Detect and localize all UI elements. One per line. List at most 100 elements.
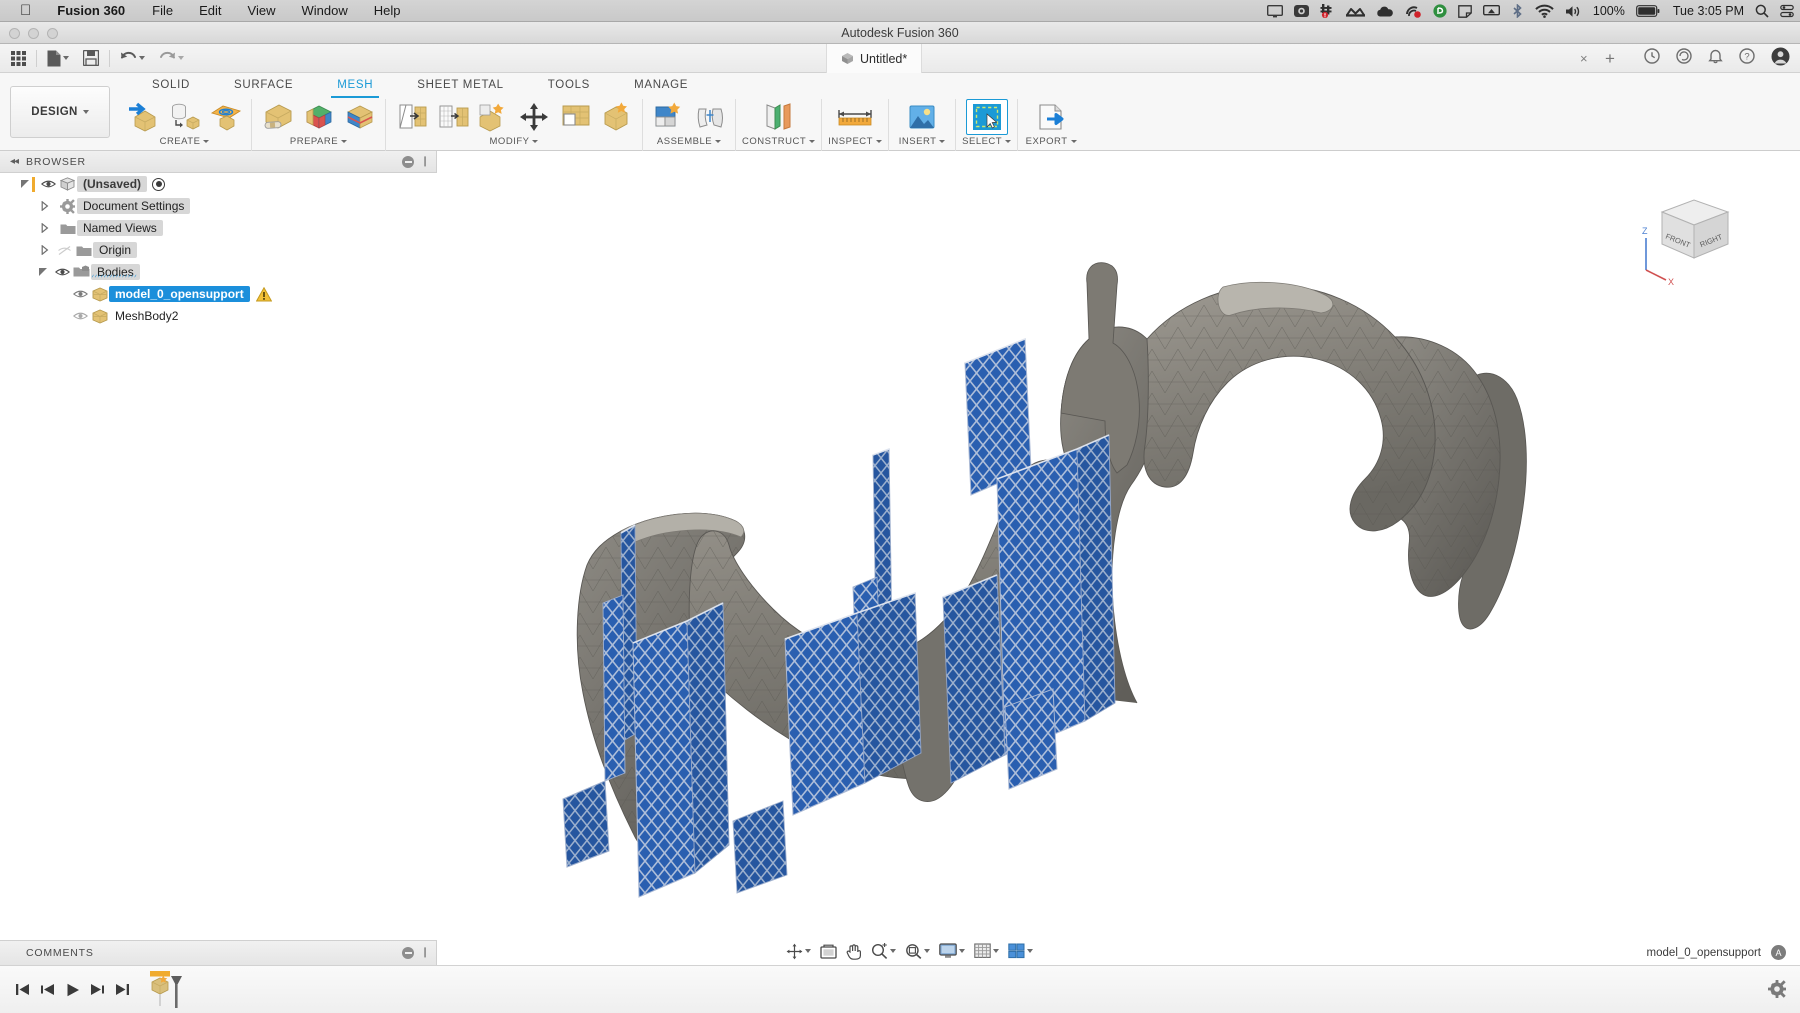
display-settings-icon[interactable] <box>935 939 969 963</box>
job-status-icon[interactable] <box>1644 48 1660 69</box>
brep-to-mesh-icon[interactable] <box>165 99 204 134</box>
save-icon[interactable] <box>76 46 106 70</box>
remesh-icon[interactable] <box>474 99 513 134</box>
zoom-icon[interactable] <box>867 939 900 963</box>
wifi-icon[interactable] <box>1535 0 1554 22</box>
step-back-icon[interactable] <box>35 975 60 1005</box>
merge-bodies-icon[interactable] <box>340 99 379 134</box>
tab-tools[interactable]: TOOLS <box>526 73 612 98</box>
expand-arrow-open-icon[interactable] <box>18 180 32 188</box>
go-to-end-icon[interactable] <box>110 975 135 1005</box>
chevron-down-icon[interactable] <box>203 140 209 143</box>
tree-node-bodies[interactable]: Bodies <box>0 261 437 283</box>
notes-badge-icon[interactable] <box>1320 0 1335 22</box>
visibility-eye-icon[interactable] <box>38 179 58 189</box>
minimize-window-button[interactable] <box>28 28 39 39</box>
view-cube[interactable]: Z X FRONT RIGHT <box>1632 178 1752 288</box>
go-to-beginning-icon[interactable] <box>10 975 35 1005</box>
comments-options-icon[interactable] <box>402 947 414 959</box>
zoom-window-icon[interactable] <box>901 939 934 963</box>
tree-node-meshbody2[interactable]: MeshBody2 <box>0 305 437 327</box>
collapse-browser-button[interactable]: ◂◂ <box>0 156 26 167</box>
active-app-name[interactable]: Fusion 360 <box>43 3 139 18</box>
grid-snaps-icon[interactable] <box>970 939 1003 963</box>
3d-viewport[interactable]: Z X FRONT RIGHT <box>437 173 1800 940</box>
notification-bell-icon[interactable] <box>1708 48 1723 69</box>
panel-label-modify[interactable]: MODIFY <box>490 134 539 149</box>
menu-window[interactable]: Window <box>288 3 360 18</box>
timeline-feature-mesh[interactable] <box>149 970 183 1010</box>
browser-options-icon[interactable] <box>402 156 414 168</box>
redo-icon[interactable] <box>152 46 191 70</box>
workspace-switcher[interactable]: DESIGN <box>10 86 110 138</box>
menu-view[interactable]: View <box>235 3 289 18</box>
insert-mesh-icon[interactable] <box>124 99 163 134</box>
tree-node-named-views[interactable]: Named Views <box>0 217 437 239</box>
tab-manage[interactable]: MANAGE <box>612 73 710 98</box>
cloud-icon[interactable] <box>1376 0 1394 22</box>
chevron-down-icon[interactable] <box>715 140 721 143</box>
chevron-down-icon[interactable] <box>1005 140 1011 143</box>
decal-icon[interactable] <box>895 99 949 134</box>
help-icon[interactable]: ? <box>1739 48 1755 69</box>
comments-panel-header[interactable]: COMMENTS ❙ <box>0 940 437 965</box>
chevron-down-icon[interactable] <box>993 949 999 953</box>
panel-label-select[interactable]: SELECT <box>962 134 1011 149</box>
panel-label-construct[interactable]: CONSTRUCT <box>742 134 815 149</box>
chevron-down-icon[interactable] <box>876 140 882 143</box>
chevron-down-icon[interactable] <box>63 56 69 60</box>
bluetooth-icon[interactable] <box>1511 0 1524 22</box>
close-tab-button[interactable]: × <box>1580 51 1588 66</box>
chevron-down-icon[interactable] <box>890 949 896 953</box>
apple-menu-icon[interactable]:  <box>0 3 43 18</box>
tab-mesh[interactable]: MESH <box>315 73 395 98</box>
scale-icon[interactable] <box>556 99 595 134</box>
joint-icon[interactable] <box>690 99 729 134</box>
autodesk-icon[interactable]: A <box>1771 945 1786 960</box>
record-icon[interactable] <box>1405 0 1422 22</box>
airplay-icon[interactable] <box>1483 0 1500 22</box>
orbit-icon[interactable] <box>782 939 815 963</box>
panel-label-export[interactable]: EXPORT <box>1026 134 1077 149</box>
chevron-down-icon[interactable] <box>139 56 145 60</box>
panel-label-prepare[interactable]: PREPARE <box>290 134 347 149</box>
new-component-icon[interactable] <box>649 99 688 134</box>
menu-file[interactable]: File <box>139 3 186 18</box>
separate-mesh-icon[interactable] <box>299 99 338 134</box>
chevron-down-icon[interactable] <box>532 140 538 143</box>
undo-icon[interactable] <box>113 46 152 70</box>
chevron-down-icon[interactable] <box>341 140 347 143</box>
panel-label-create[interactable]: CREATE <box>160 134 210 149</box>
chevron-down-icon[interactable] <box>1071 140 1077 143</box>
control-center-icon[interactable] <box>1780 0 1794 22</box>
timeline-settings-icon[interactable] <box>1768 980 1786 1003</box>
chevron-down-icon[interactable] <box>805 949 811 953</box>
chevron-down-icon[interactable] <box>83 110 89 114</box>
tree-node-document-settings[interactable]: Document Settings <box>0 195 437 217</box>
offset-plane-icon[interactable] <box>756 99 802 134</box>
mesh-section-sketch-icon[interactable] <box>206 99 245 134</box>
document-tab[interactable]: Untitled* <box>826 44 922 73</box>
recent-icon[interactable] <box>1676 48 1692 69</box>
warning-icon[interactable] <box>256 287 272 302</box>
tree-node-origin[interactable]: Origin <box>0 239 437 261</box>
viewports-icon[interactable] <box>1004 939 1037 963</box>
chevron-down-icon[interactable] <box>924 949 930 953</box>
battery-icon[interactable] <box>1636 0 1660 22</box>
plane-cut-icon[interactable] <box>392 99 431 134</box>
pan-icon[interactable] <box>842 939 866 963</box>
visibility-eye-icon[interactable] <box>70 311 90 321</box>
export-icon[interactable] <box>1024 99 1078 134</box>
tab-sheet-metal[interactable]: SHEET METAL <box>395 73 526 98</box>
menu-help[interactable]: Help <box>361 3 414 18</box>
webcam-icon[interactable] <box>1294 0 1309 22</box>
expand-arrow-closed-icon[interactable] <box>38 223 52 233</box>
grid-apps-icon[interactable] <box>0 46 33 70</box>
expand-arrow-closed-icon[interactable] <box>38 201 52 211</box>
chevron-down-icon[interactable] <box>1027 949 1033 953</box>
reduce-mesh-icon[interactable] <box>433 99 472 134</box>
select-window-icon[interactable] <box>966 99 1008 135</box>
comments-resize-handle[interactable]: ❙ <box>421 947 430 958</box>
maximize-window-button[interactable] <box>47 28 58 39</box>
panel-label-inspect[interactable]: INSPECT <box>828 134 882 149</box>
